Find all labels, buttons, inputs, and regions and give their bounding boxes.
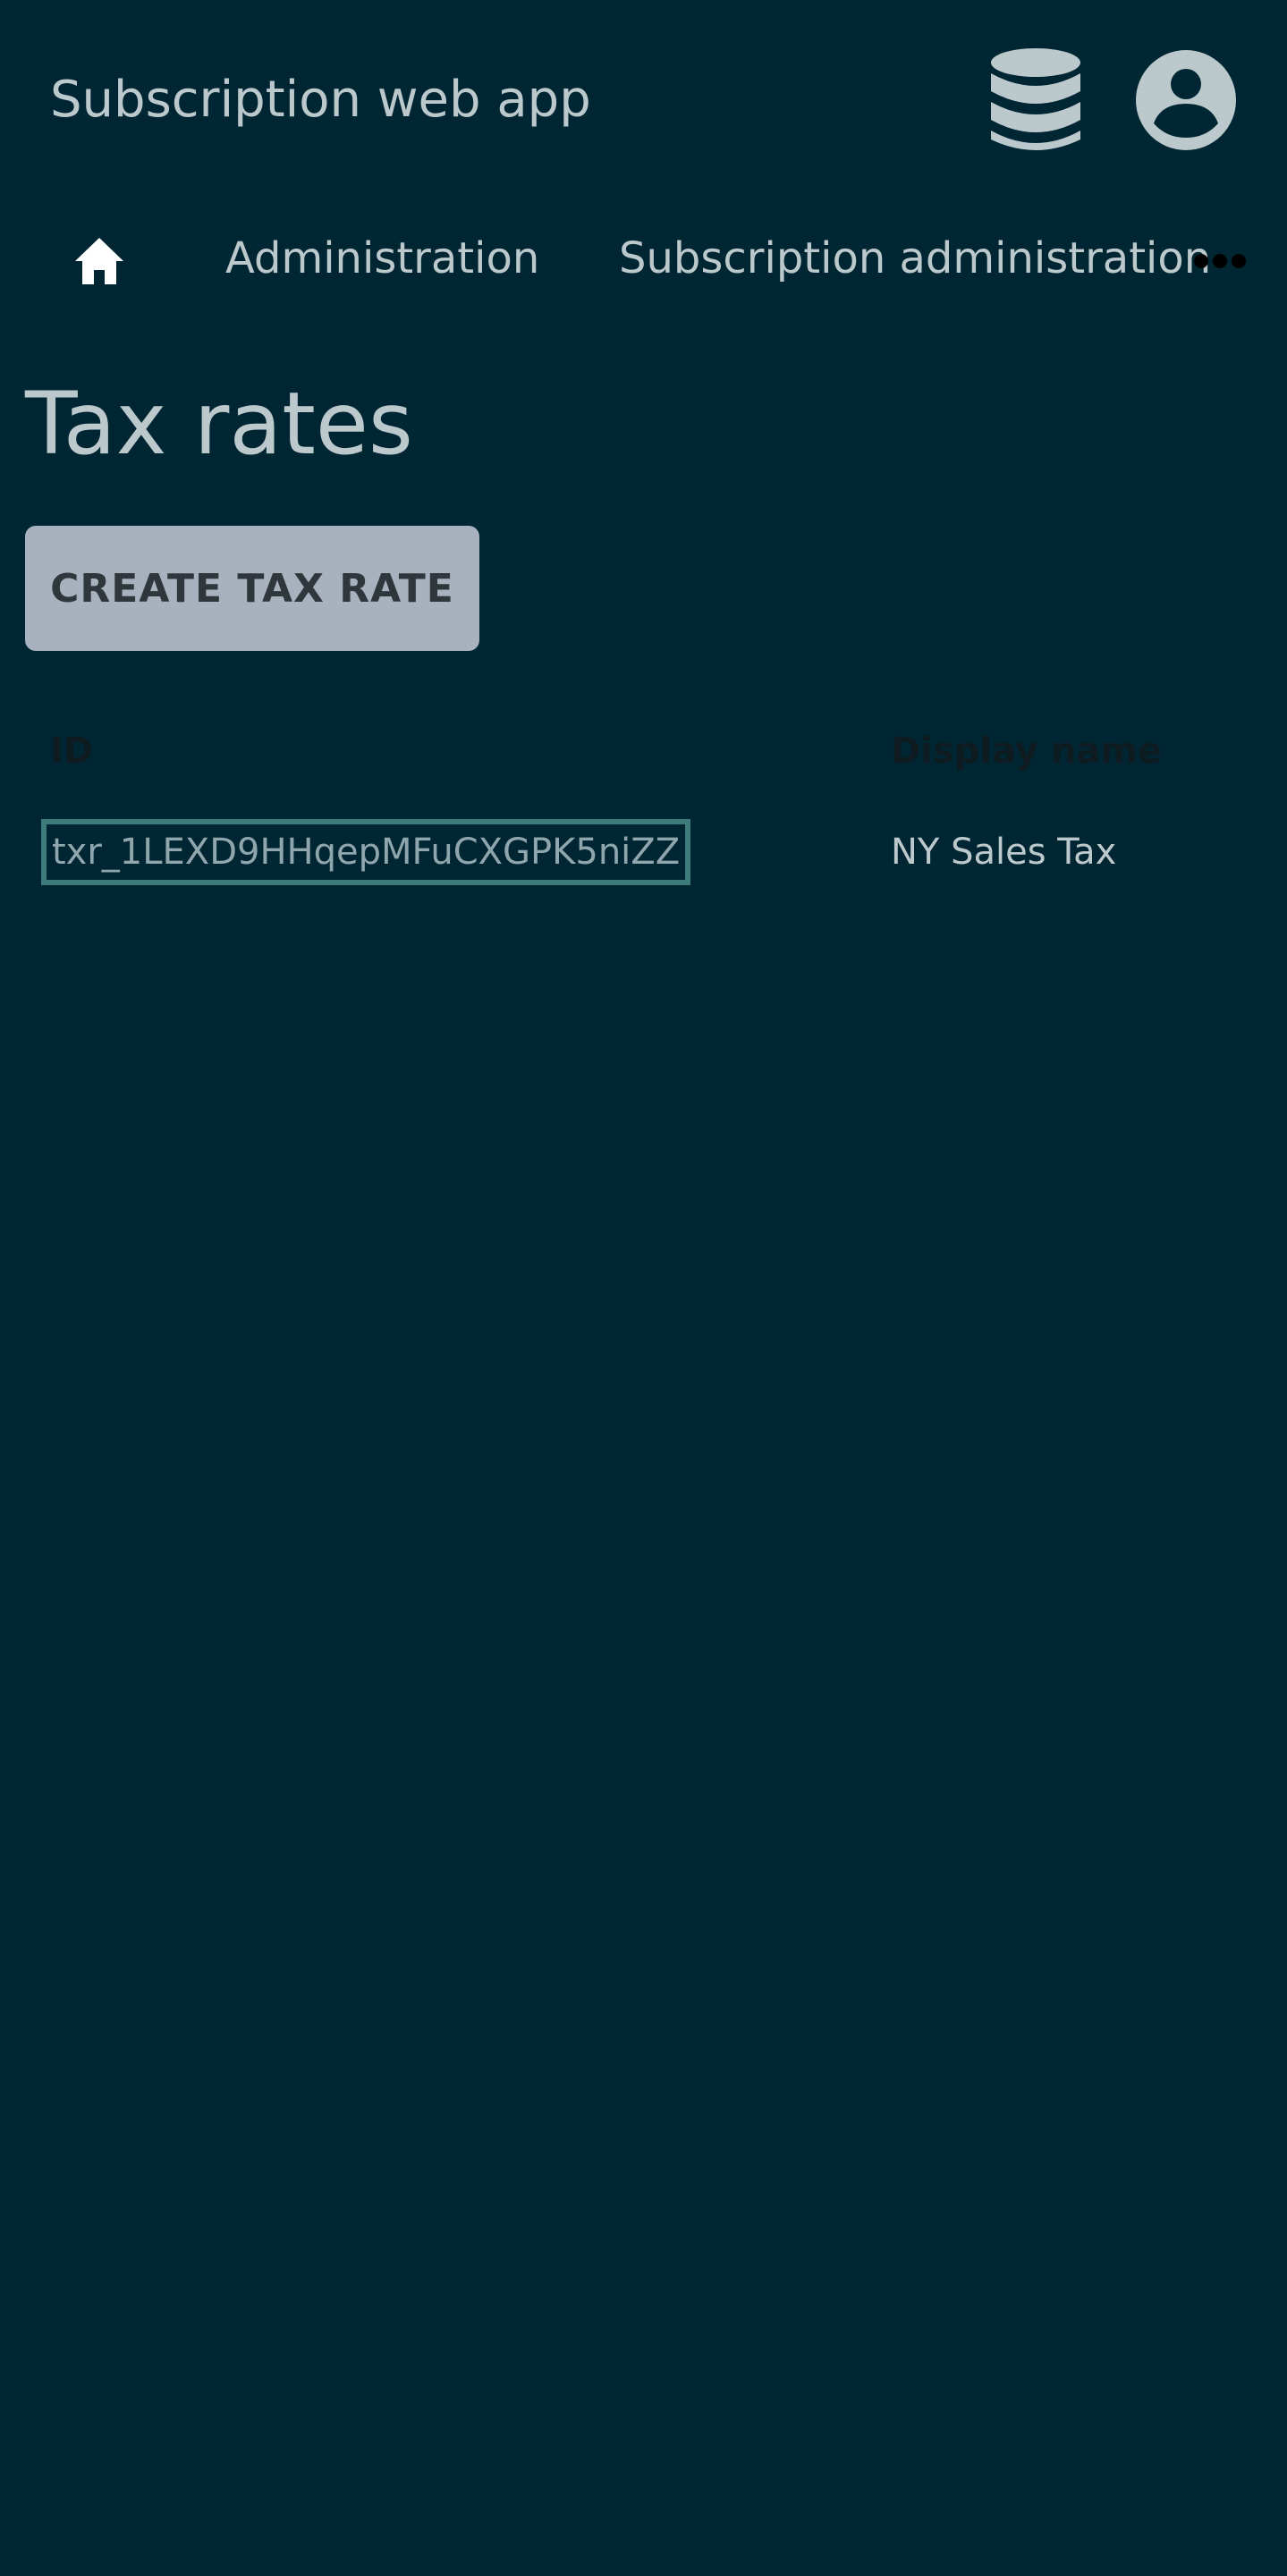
breadcrumb-item-administration[interactable]: Administration: [225, 231, 539, 286]
more-horizontal-icon[interactable]: [1193, 250, 1247, 272]
account-circle-icon[interactable]: [1134, 48, 1238, 152]
column-header-id: ID: [50, 731, 94, 772]
page-title: Tax rates: [25, 374, 413, 474]
home-icon[interactable]: [73, 236, 125, 286]
tax-rate-id-link[interactable]: txr_1LEXD9HHqepMFuCXGPK5niZZ: [41, 819, 691, 885]
page: Subscription web app Administration Subs…: [0, 0, 1287, 2576]
tax-rate-display-name: NY Sales Tax: [891, 832, 1117, 873]
create-tax-rate-button[interactable]: CREATE TAX RATE: [25, 526, 479, 651]
breadcrumb-item-subscription-administration[interactable]: Subscription administration: [619, 231, 1211, 286]
breadcrumb: Administration Subscription administrati…: [0, 215, 1287, 304]
database-icon[interactable]: [987, 46, 1084, 154]
app-title: Subscription web app: [50, 71, 591, 129]
column-header-display-name: Display name: [891, 731, 1163, 772]
